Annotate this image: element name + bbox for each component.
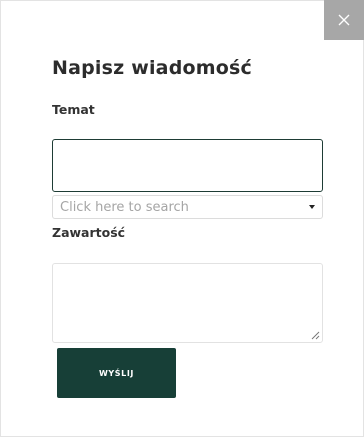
chevron-down-icon (309, 205, 315, 209)
resize-handle-icon[interactable] (311, 331, 320, 340)
content-textarea[interactable] (52, 263, 323, 343)
close-icon (338, 14, 350, 26)
modal-title: Napisz wiadomość (52, 57, 252, 79)
close-button[interactable] (324, 0, 364, 40)
send-button[interactable]: WYŚLIJ (57, 348, 176, 398)
subject-input[interactable] (52, 139, 323, 192)
subject-label: Temat (52, 102, 95, 117)
search-dropdown-placeholder: Click here to search (60, 199, 189, 215)
search-dropdown[interactable]: Click here to search (52, 195, 323, 219)
message-modal: Napisz wiadomość Temat Click here to sea… (0, 0, 364, 437)
content-label: Zawartość (52, 225, 126, 240)
